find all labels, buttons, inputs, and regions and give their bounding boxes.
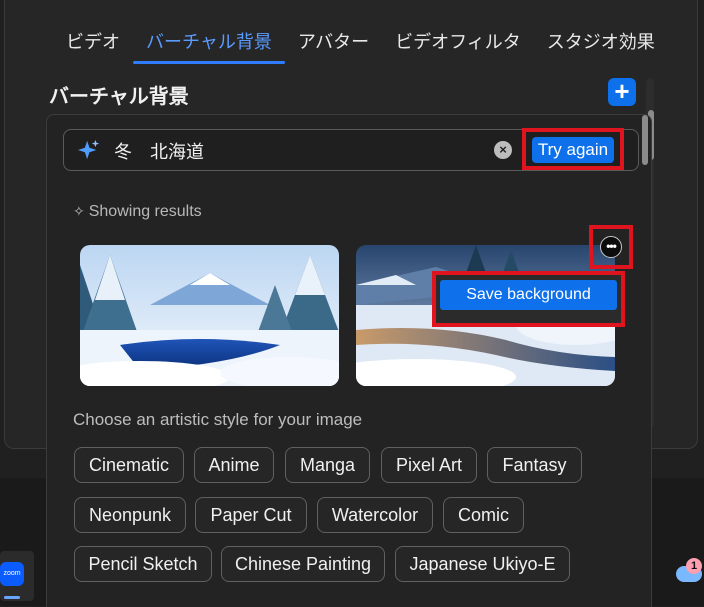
- context-menu: Save background: [432, 271, 625, 327]
- tab-avatar[interactable]: アバター: [285, 22, 382, 62]
- cloud-tray-icon[interactable]: 1: [672, 556, 704, 596]
- results-heading: ✧ Showing results: [73, 203, 202, 221]
- sparkle-icon: [78, 139, 100, 160]
- style-chip-pencil-sketch[interactable]: Pencil Sketch: [74, 546, 212, 582]
- style-chip-manga[interactable]: Manga: [285, 447, 370, 483]
- prompt-field: × Try again: [63, 128, 639, 171]
- popup-scrollbar[interactable]: [641, 115, 649, 415]
- style-chip-pixel-art[interactable]: Pixel Art: [381, 447, 477, 483]
- style-chip-chinese-painting[interactable]: Chinese Painting: [221, 546, 385, 582]
- winter-mountain-image: [80, 245, 339, 386]
- results-label: Showing results: [88, 203, 202, 220]
- active-app-indicator: [4, 596, 20, 599]
- tab-studio-effects[interactable]: スタジオ効果: [534, 22, 668, 62]
- popup-scrollbar-thumb[interactable]: [642, 115, 648, 165]
- tab-bar: ビデオ バーチャル背景 アバター ビデオフィルタ スタジオ効果: [53, 22, 668, 64]
- style-chip-paper-cut[interactable]: Paper Cut: [195, 497, 307, 533]
- style-chip-neonpunk[interactable]: Neonpunk: [74, 497, 186, 533]
- sparkle-outline-icon: ✧: [73, 203, 85, 219]
- tab-video[interactable]: ビデオ: [53, 22, 133, 62]
- style-chip-cinematic[interactable]: Cinematic: [74, 447, 184, 483]
- style-chip-fantasy[interactable]: Fantasy: [487, 447, 582, 483]
- style-chip-anime[interactable]: Anime: [194, 447, 274, 483]
- ai-background-popup: × Try again ✧Showing results: [46, 114, 652, 607]
- section-title: バーチャル背景: [49, 86, 189, 108]
- save-background-button[interactable]: Save background: [440, 280, 617, 310]
- style-chip-comic[interactable]: Comic: [443, 497, 524, 533]
- result-image-1[interactable]: [80, 245, 339, 386]
- more-options-highlight: •••: [589, 225, 633, 269]
- notification-badge: 1: [686, 558, 702, 574]
- style-chip-japanese-ukiyo-e[interactable]: Japanese Ukiyo-E: [395, 546, 570, 582]
- zoom-app-icon[interactable]: zoom: [0, 562, 24, 586]
- tab-virtual-background[interactable]: バーチャル背景: [133, 22, 285, 64]
- style-prompt: Choose an artistic style for your image: [73, 410, 363, 429]
- clear-icon[interactable]: ×: [494, 141, 512, 159]
- try-again-button[interactable]: Try again: [532, 137, 614, 163]
- tab-video-filter[interactable]: ビデオフィルタ: [382, 22, 534, 62]
- try-again-highlight: Try again: [522, 128, 624, 170]
- style-chip-watercolor[interactable]: Watercolor: [317, 497, 433, 533]
- more-options-icon[interactable]: •••: [600, 236, 622, 258]
- prompt-input[interactable]: [112, 138, 476, 164]
- add-background-button[interactable]: +: [608, 78, 636, 106]
